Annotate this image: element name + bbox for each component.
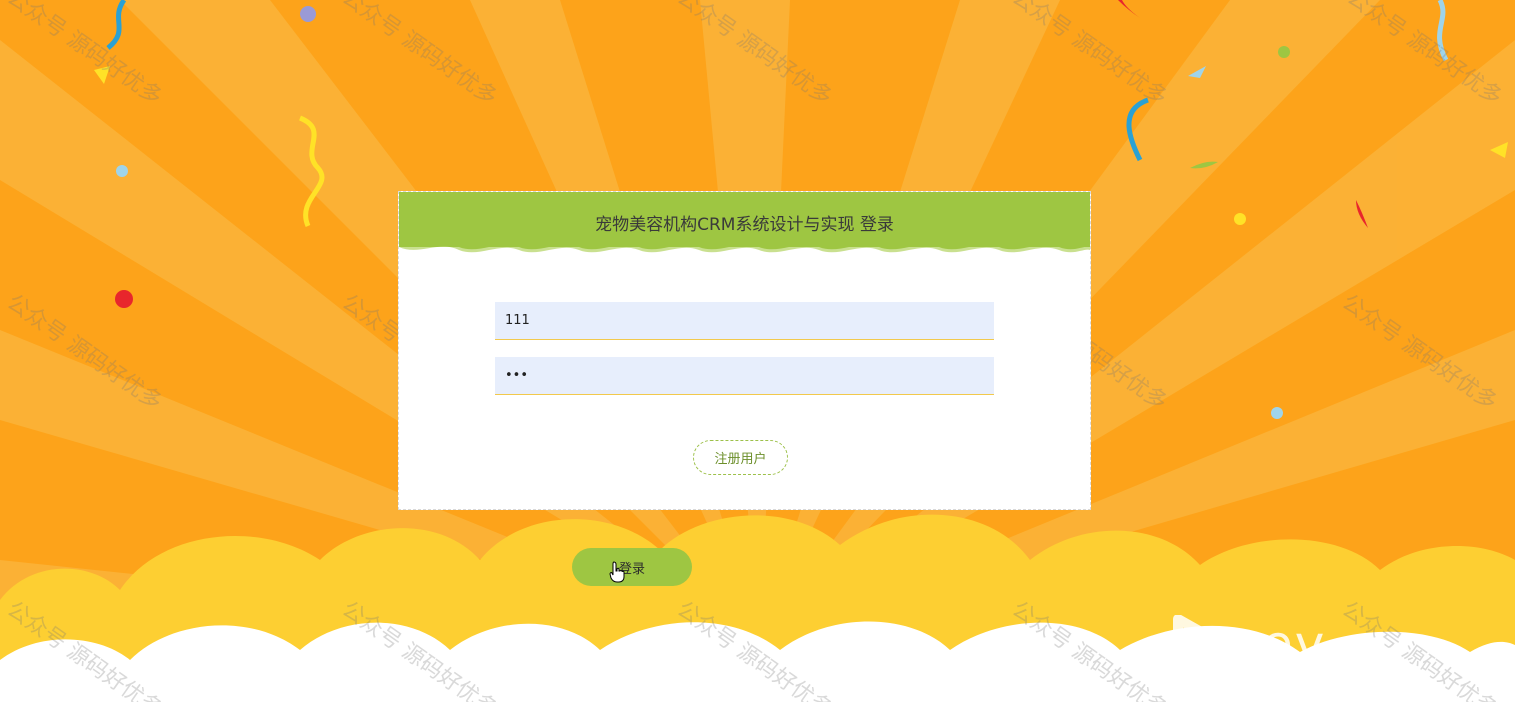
player-logo-text: ev xyxy=(1262,615,1327,673)
login-button[interactable]: 登录 xyxy=(572,548,692,586)
login-title: 宠物美容机构CRM系统设计与实现 登录 xyxy=(595,215,894,235)
hand-cursor-icon xyxy=(609,561,625,583)
login-page: 公众号 源码好优多 公众号 源码好优多 公众号 源码好优多 公众号 源码好优多 … xyxy=(0,0,1515,702)
password-input[interactable] xyxy=(495,357,994,395)
register-user-button[interactable]: 注册用户 xyxy=(693,440,788,475)
login-panel: 宠物美容机构CRM系统设计与实现 登录 注册用户 xyxy=(398,191,1091,510)
play-logo-icon xyxy=(1173,615,1247,694)
username-input[interactable] xyxy=(495,302,994,340)
